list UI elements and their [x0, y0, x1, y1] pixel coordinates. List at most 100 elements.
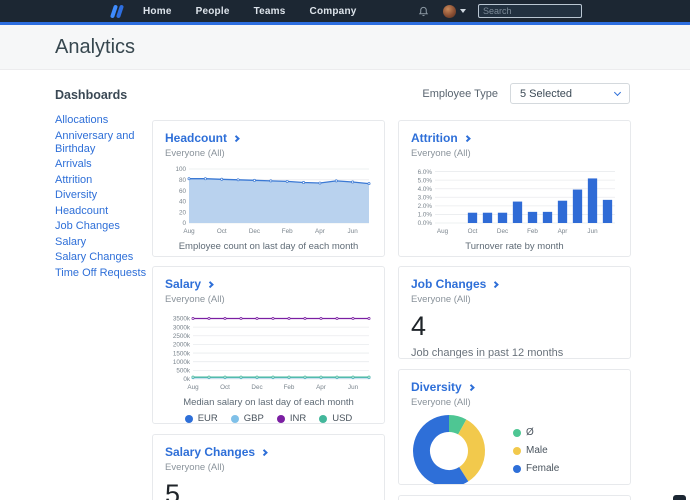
chevron-right-icon — [464, 135, 470, 141]
nav-item-home[interactable]: Home — [143, 6, 172, 17]
salary-title: Salary — [165, 277, 201, 291]
nav-item-teams[interactable]: Teams — [254, 6, 286, 17]
svg-text:Aug: Aug — [437, 228, 449, 235]
card-partial-next — [398, 495, 631, 500]
employee-type-value: 5 Selected — [520, 88, 572, 100]
salary-title-link[interactable]: Salary — [165, 277, 372, 291]
svg-text:0: 0 — [182, 220, 186, 227]
salary-changes-title: Salary Changes — [165, 445, 255, 459]
sidebar-item-salary-changes[interactable]: Salary Changes — [55, 251, 152, 264]
svg-text:Apr: Apr — [558, 228, 568, 235]
sidebar-item-diversity[interactable]: Diversity — [55, 189, 152, 202]
svg-text:60: 60 — [179, 188, 187, 195]
diversity-title-link[interactable]: Diversity — [411, 380, 618, 394]
global-search — [478, 4, 582, 18]
attrition-title: Attrition — [411, 131, 458, 145]
brand-logo[interactable] — [108, 4, 125, 19]
legend-dot-icon — [185, 415, 193, 423]
diversity-title: Diversity — [411, 380, 462, 394]
svg-text:Oct: Oct — [220, 384, 230, 391]
page-header: Analytics — [0, 25, 690, 70]
salary-caption: Median salary on last day of each month — [165, 397, 372, 408]
job-changes-title-link[interactable]: Job Changes — [411, 277, 618, 291]
sidebar-item-arrivals[interactable]: Arrivals — [55, 158, 152, 171]
svg-text:Aug: Aug — [187, 384, 199, 391]
svg-text:3500k: 3500k — [173, 316, 191, 323]
sidebar-item-job-changes[interactable]: Job Changes — [55, 220, 152, 233]
sidebar-item-attrition[interactable]: Attrition — [55, 174, 152, 187]
chevron-right-icon — [233, 135, 239, 141]
svg-text:Jun: Jun — [348, 228, 359, 235]
svg-text:4.0%: 4.0% — [418, 186, 433, 193]
analytics-page: Home People Teams Company Analytics Dash… — [0, 0, 690, 500]
card-salary: Salary Everyone (All) 0k500k1000k1500k20… — [152, 266, 385, 424]
page-title: Analytics — [0, 25, 690, 59]
legend-item: GBP — [231, 413, 264, 424]
search-input[interactable] — [479, 6, 604, 16]
svg-text:Dec: Dec — [251, 384, 262, 391]
svg-text:Feb: Feb — [282, 228, 293, 235]
svg-text:1000k: 1000k — [173, 359, 191, 366]
notification-bell-icon[interactable] — [418, 5, 429, 17]
svg-text:Jun: Jun — [587, 228, 598, 235]
svg-text:Aug: Aug — [183, 228, 195, 235]
avatar-caret-icon — [460, 9, 466, 13]
headcount-title-link[interactable]: Headcount — [165, 131, 372, 145]
attrition-title-link[interactable]: Attrition — [411, 131, 618, 145]
svg-text:Feb: Feb — [527, 228, 538, 235]
svg-text:3.0%: 3.0% — [418, 194, 433, 201]
legend-item: Male — [513, 445, 559, 456]
diversity-legend: ØMaleFemale — [513, 427, 559, 474]
nav-item-company[interactable]: Company — [310, 6, 357, 17]
svg-text:2.0%: 2.0% — [418, 203, 433, 210]
svg-text:Jun: Jun — [348, 384, 359, 391]
headcount-subtitle: Everyone (All) — [165, 148, 372, 159]
sidebar-item-anniversary-and-birthday[interactable]: Anniversary and Birthday — [55, 130, 152, 156]
legend-item: EUR — [185, 413, 218, 424]
dashboards-heading: Dashboards — [55, 88, 127, 102]
top-navbar: Home People Teams Company — [0, 0, 690, 22]
headcount-chart: 020406080100AugOctDecFebAprJun — [165, 165, 374, 235]
svg-text:2000k: 2000k — [173, 342, 191, 349]
svg-text:1.0%: 1.0% — [418, 212, 433, 219]
employee-type-select[interactable]: 5 Selected — [510, 83, 630, 104]
svg-text:3000k: 3000k — [173, 324, 191, 331]
sidebar-item-headcount[interactable]: Headcount — [55, 205, 152, 218]
user-avatar — [443, 5, 456, 18]
job-changes-title: Job Changes — [411, 277, 486, 291]
sidebar-item-salary[interactable]: Salary — [55, 236, 152, 249]
card-salary-changes: Salary Changes Everyone (All) 5 — [152, 434, 385, 500]
salary-changes-value: 5 — [165, 481, 372, 500]
salary-chart: 0k500k1000k1500k2000k2500k3000k3500kAugO… — [165, 311, 374, 391]
svg-text:500k: 500k — [176, 368, 191, 375]
job-changes-caption: Job changes in past 12 months — [411, 347, 618, 359]
attrition-chart: 0.0%1.0%2.0%3.0%4.0%5.0%6.0%AugOctDecFeb… — [411, 165, 620, 235]
card-diversity: Diversity Everyone (All) ØMaleFemale — [398, 369, 631, 485]
nav-item-people[interactable]: People — [196, 6, 230, 17]
sidebar-item-allocations[interactable]: Allocations — [55, 114, 152, 127]
job-changes-value: 4 — [411, 313, 618, 340]
dashboards-sidebar: Allocations Anniversary and Birthday Arr… — [55, 114, 152, 282]
sidebar-item-time-off-requests[interactable]: Time Off Requests — [55, 267, 152, 280]
bob-logo-icon — [108, 4, 125, 19]
chevron-right-icon — [261, 449, 267, 455]
card-attrition: Attrition Everyone (All) 0.0%1.0%2.0%3.0… — [398, 120, 631, 257]
chevron-right-icon — [468, 384, 474, 390]
svg-text:Oct: Oct — [468, 228, 478, 235]
chat-widget-partial[interactable] — [673, 495, 686, 500]
svg-text:5.0%: 5.0% — [418, 177, 433, 184]
svg-text:Dec: Dec — [249, 228, 260, 235]
svg-text:20: 20 — [179, 209, 187, 216]
legend-item: Ø — [513, 427, 559, 438]
svg-text:0k: 0k — [183, 376, 191, 383]
legend-dot-icon — [513, 465, 521, 473]
legend-item: USD — [319, 413, 352, 424]
salary-changes-title-link[interactable]: Salary Changes — [165, 445, 372, 459]
legend-dot-icon — [513, 447, 521, 455]
legend-dot-icon — [277, 415, 285, 423]
chevron-right-icon — [492, 281, 498, 287]
headcount-title: Headcount — [165, 131, 227, 145]
user-menu[interactable] — [443, 5, 466, 18]
card-headcount: Headcount Everyone (All) 020406080100Aug… — [152, 120, 385, 257]
svg-text:0.0%: 0.0% — [418, 220, 433, 227]
